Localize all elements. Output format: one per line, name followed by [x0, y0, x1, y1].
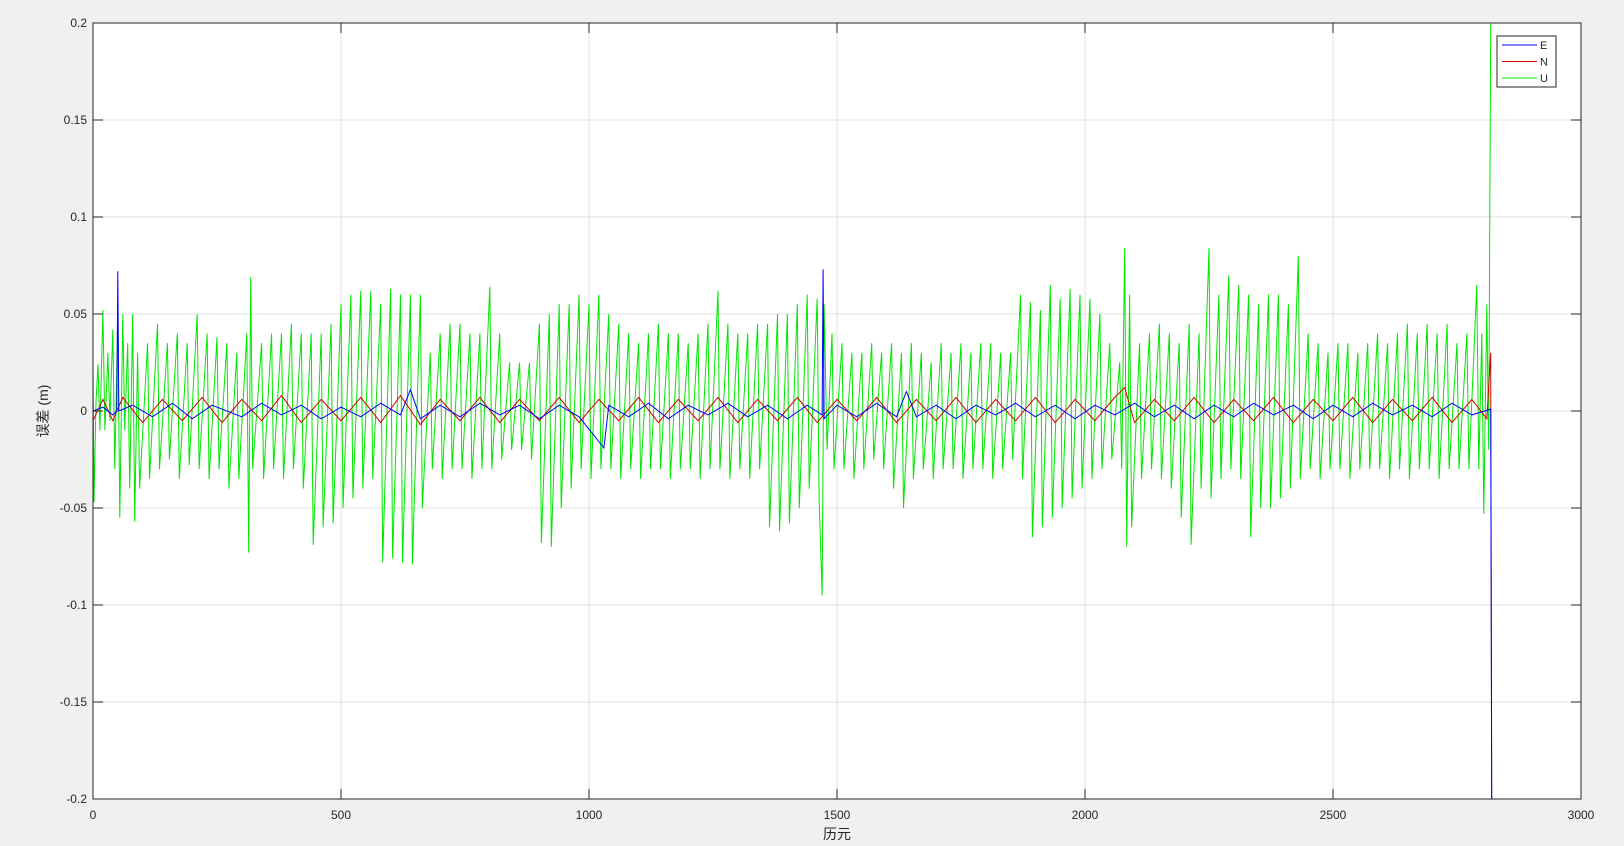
line-chart: 0 500 1000 1500 2000 2500 3000 0.2 0.15 0.1 0.05 0…	[0, 0, 1624, 846]
legend-label-N: N	[1540, 57, 1548, 69]
y-tick-label: 0.1	[70, 210, 87, 224]
legend[interactable]: ENU	[1496, 35, 1557, 88]
y-tick-label: 0.2	[70, 16, 87, 30]
y-tick-label: -0.05	[60, 501, 88, 515]
legend-label-E: E	[1540, 40, 1547, 52]
x-tick-label: 0	[90, 808, 97, 822]
x-axis-label: 历元	[823, 826, 851, 842]
x-tick-label: 1500	[824, 808, 851, 822]
x-tick-label: 500	[331, 808, 351, 822]
y-tick-label: 0.05	[64, 307, 88, 321]
y-tick-label: -0.2	[66, 792, 87, 806]
x-tick-label: 2500	[1320, 808, 1347, 822]
x-tick-label: 3000	[1568, 808, 1595, 822]
y-tick-label: 0	[80, 404, 87, 418]
y-tick-label: -0.1	[66, 598, 87, 612]
legend-label-U: U	[1540, 73, 1548, 85]
x-tick-label: 2000	[1072, 808, 1099, 822]
y-tick-label: -0.15	[60, 695, 88, 709]
x-tick-label: 1000	[576, 808, 603, 822]
y-axis-label: 误差 (m)	[35, 385, 51, 438]
y-tick-label: 0.15	[64, 113, 88, 127]
